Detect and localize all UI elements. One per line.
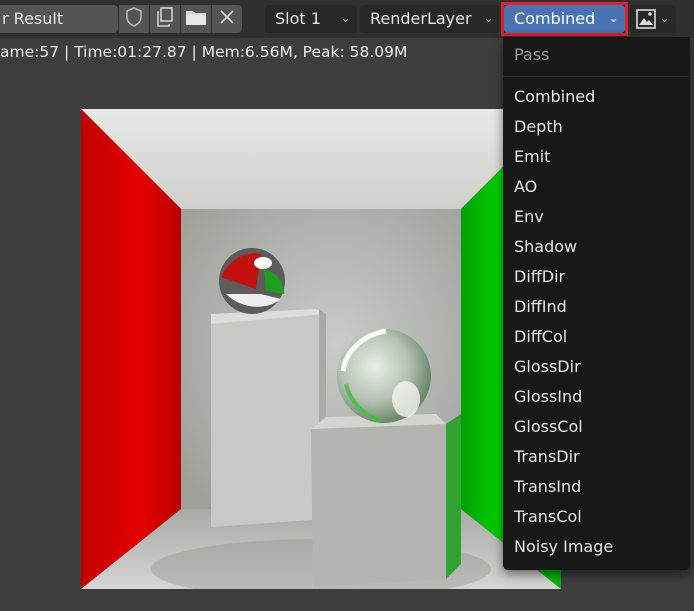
pass-menu-item-label: TransCol bbox=[514, 507, 582, 526]
pass-menu-item[interactable]: Emit bbox=[503, 142, 690, 172]
pass-menu-item[interactable]: DiffDir bbox=[503, 262, 690, 292]
slot-label: Slot 1 bbox=[275, 9, 321, 28]
chevron-down-icon: ⌄ bbox=[483, 11, 494, 26]
pass-menu-item-label: Emit bbox=[514, 147, 551, 166]
pass-menu-title: Pass bbox=[514, 45, 550, 64]
pass-menu-item-label: GlossCol bbox=[514, 417, 583, 436]
folder-icon bbox=[184, 7, 208, 31]
pass-menu-item[interactable]: TransInd bbox=[503, 472, 690, 502]
pass-menu-item-label: Combined bbox=[514, 87, 596, 106]
pass-menu-item[interactable]: Noisy Image bbox=[503, 532, 690, 562]
pass-menu-item[interactable]: AO bbox=[503, 172, 690, 202]
pass-menu-item-label: GlossDir bbox=[514, 357, 581, 376]
pass-menu-item-label: TransInd bbox=[514, 477, 582, 496]
open-image-button[interactable] bbox=[181, 5, 211, 33]
pass-menu-item-label: Env bbox=[514, 207, 544, 226]
pass-menu-item[interactable]: Depth bbox=[503, 112, 690, 142]
pass-menu-item[interactable]: Combined bbox=[503, 82, 690, 112]
pass-menu-item[interactable]: TransCol bbox=[503, 502, 690, 532]
duplicate-button[interactable] bbox=[150, 5, 180, 33]
pass-menu-item[interactable]: DiffInd bbox=[503, 292, 690, 322]
pass-menu-item-label: Shadow bbox=[514, 237, 578, 256]
close-icon bbox=[219, 9, 235, 29]
render-image bbox=[81, 109, 561, 589]
pass-menu-item-label: DiffInd bbox=[514, 297, 567, 316]
pass-menu-item-label: TransDir bbox=[514, 447, 580, 466]
pass-menu-item[interactable]: Env bbox=[503, 202, 690, 232]
pass-menu-item[interactable]: TransDir bbox=[503, 442, 690, 472]
pass-menu-item-label: AO bbox=[514, 177, 538, 196]
pass-menu-item-label: Noisy Image bbox=[514, 537, 614, 556]
pass-menu-item[interactable]: DiffCol bbox=[503, 322, 690, 352]
render-status-text: ame:57 | Time:01:27.87 | Mem:6.56M, Peak… bbox=[0, 43, 408, 61]
pass-dropdown[interactable]: Combined ⌄ bbox=[504, 5, 625, 33]
display-mode-dropdown[interactable]: ⌄ bbox=[630, 5, 676, 33]
pass-menu: Pass Combined Depth Emit AO Env Shadow DiffDir… bbox=[503, 37, 690, 570]
menu-divider bbox=[503, 76, 690, 77]
image-editor-header: r Result Slot 1 ⌄ RenderLayer ⌄ Combined… bbox=[0, 0, 694, 38]
pass-menu-item[interactable]: GlossCol bbox=[503, 412, 690, 442]
pass-menu-item-label: DiffDir bbox=[514, 267, 566, 286]
image-name-field[interactable]: r Result bbox=[0, 5, 118, 33]
render-status: ame:57 | Time:01:27.87 | Mem:6.56M, Peak… bbox=[0, 41, 407, 63]
chevron-down-icon: ⌄ bbox=[340, 11, 351, 26]
pass-menu-item[interactable]: Shadow bbox=[503, 232, 690, 262]
pass-menu-item-label: Depth bbox=[514, 117, 563, 136]
unlink-button[interactable] bbox=[212, 5, 242, 33]
fake-user-button[interactable] bbox=[119, 5, 149, 33]
pass-menu-item-label: GlossInd bbox=[514, 387, 583, 406]
pass-menu-item-label: DiffCol bbox=[514, 327, 568, 346]
pass-menu-items: Combined Depth Emit AO Env Shadow DiffDir DiffI… bbox=[503, 82, 690, 562]
shield-icon bbox=[124, 6, 144, 32]
chevron-down-icon: ⌄ bbox=[608, 11, 619, 26]
slot-dropdown[interactable]: Slot 1 ⌄ bbox=[265, 5, 357, 33]
pass-label: Combined bbox=[514, 9, 596, 28]
layer-dropdown[interactable]: RenderLayer ⌄ bbox=[360, 5, 500, 33]
chevron-down-icon: ⌄ bbox=[659, 11, 670, 26]
pass-menu-item[interactable]: GlossInd bbox=[503, 382, 690, 412]
image-icon bbox=[636, 9, 656, 38]
layer-label: RenderLayer bbox=[370, 9, 472, 28]
duplicate-icon bbox=[154, 6, 176, 32]
pass-menu-item[interactable]: GlossDir bbox=[503, 352, 690, 382]
image-name-label: r Result bbox=[2, 9, 64, 28]
